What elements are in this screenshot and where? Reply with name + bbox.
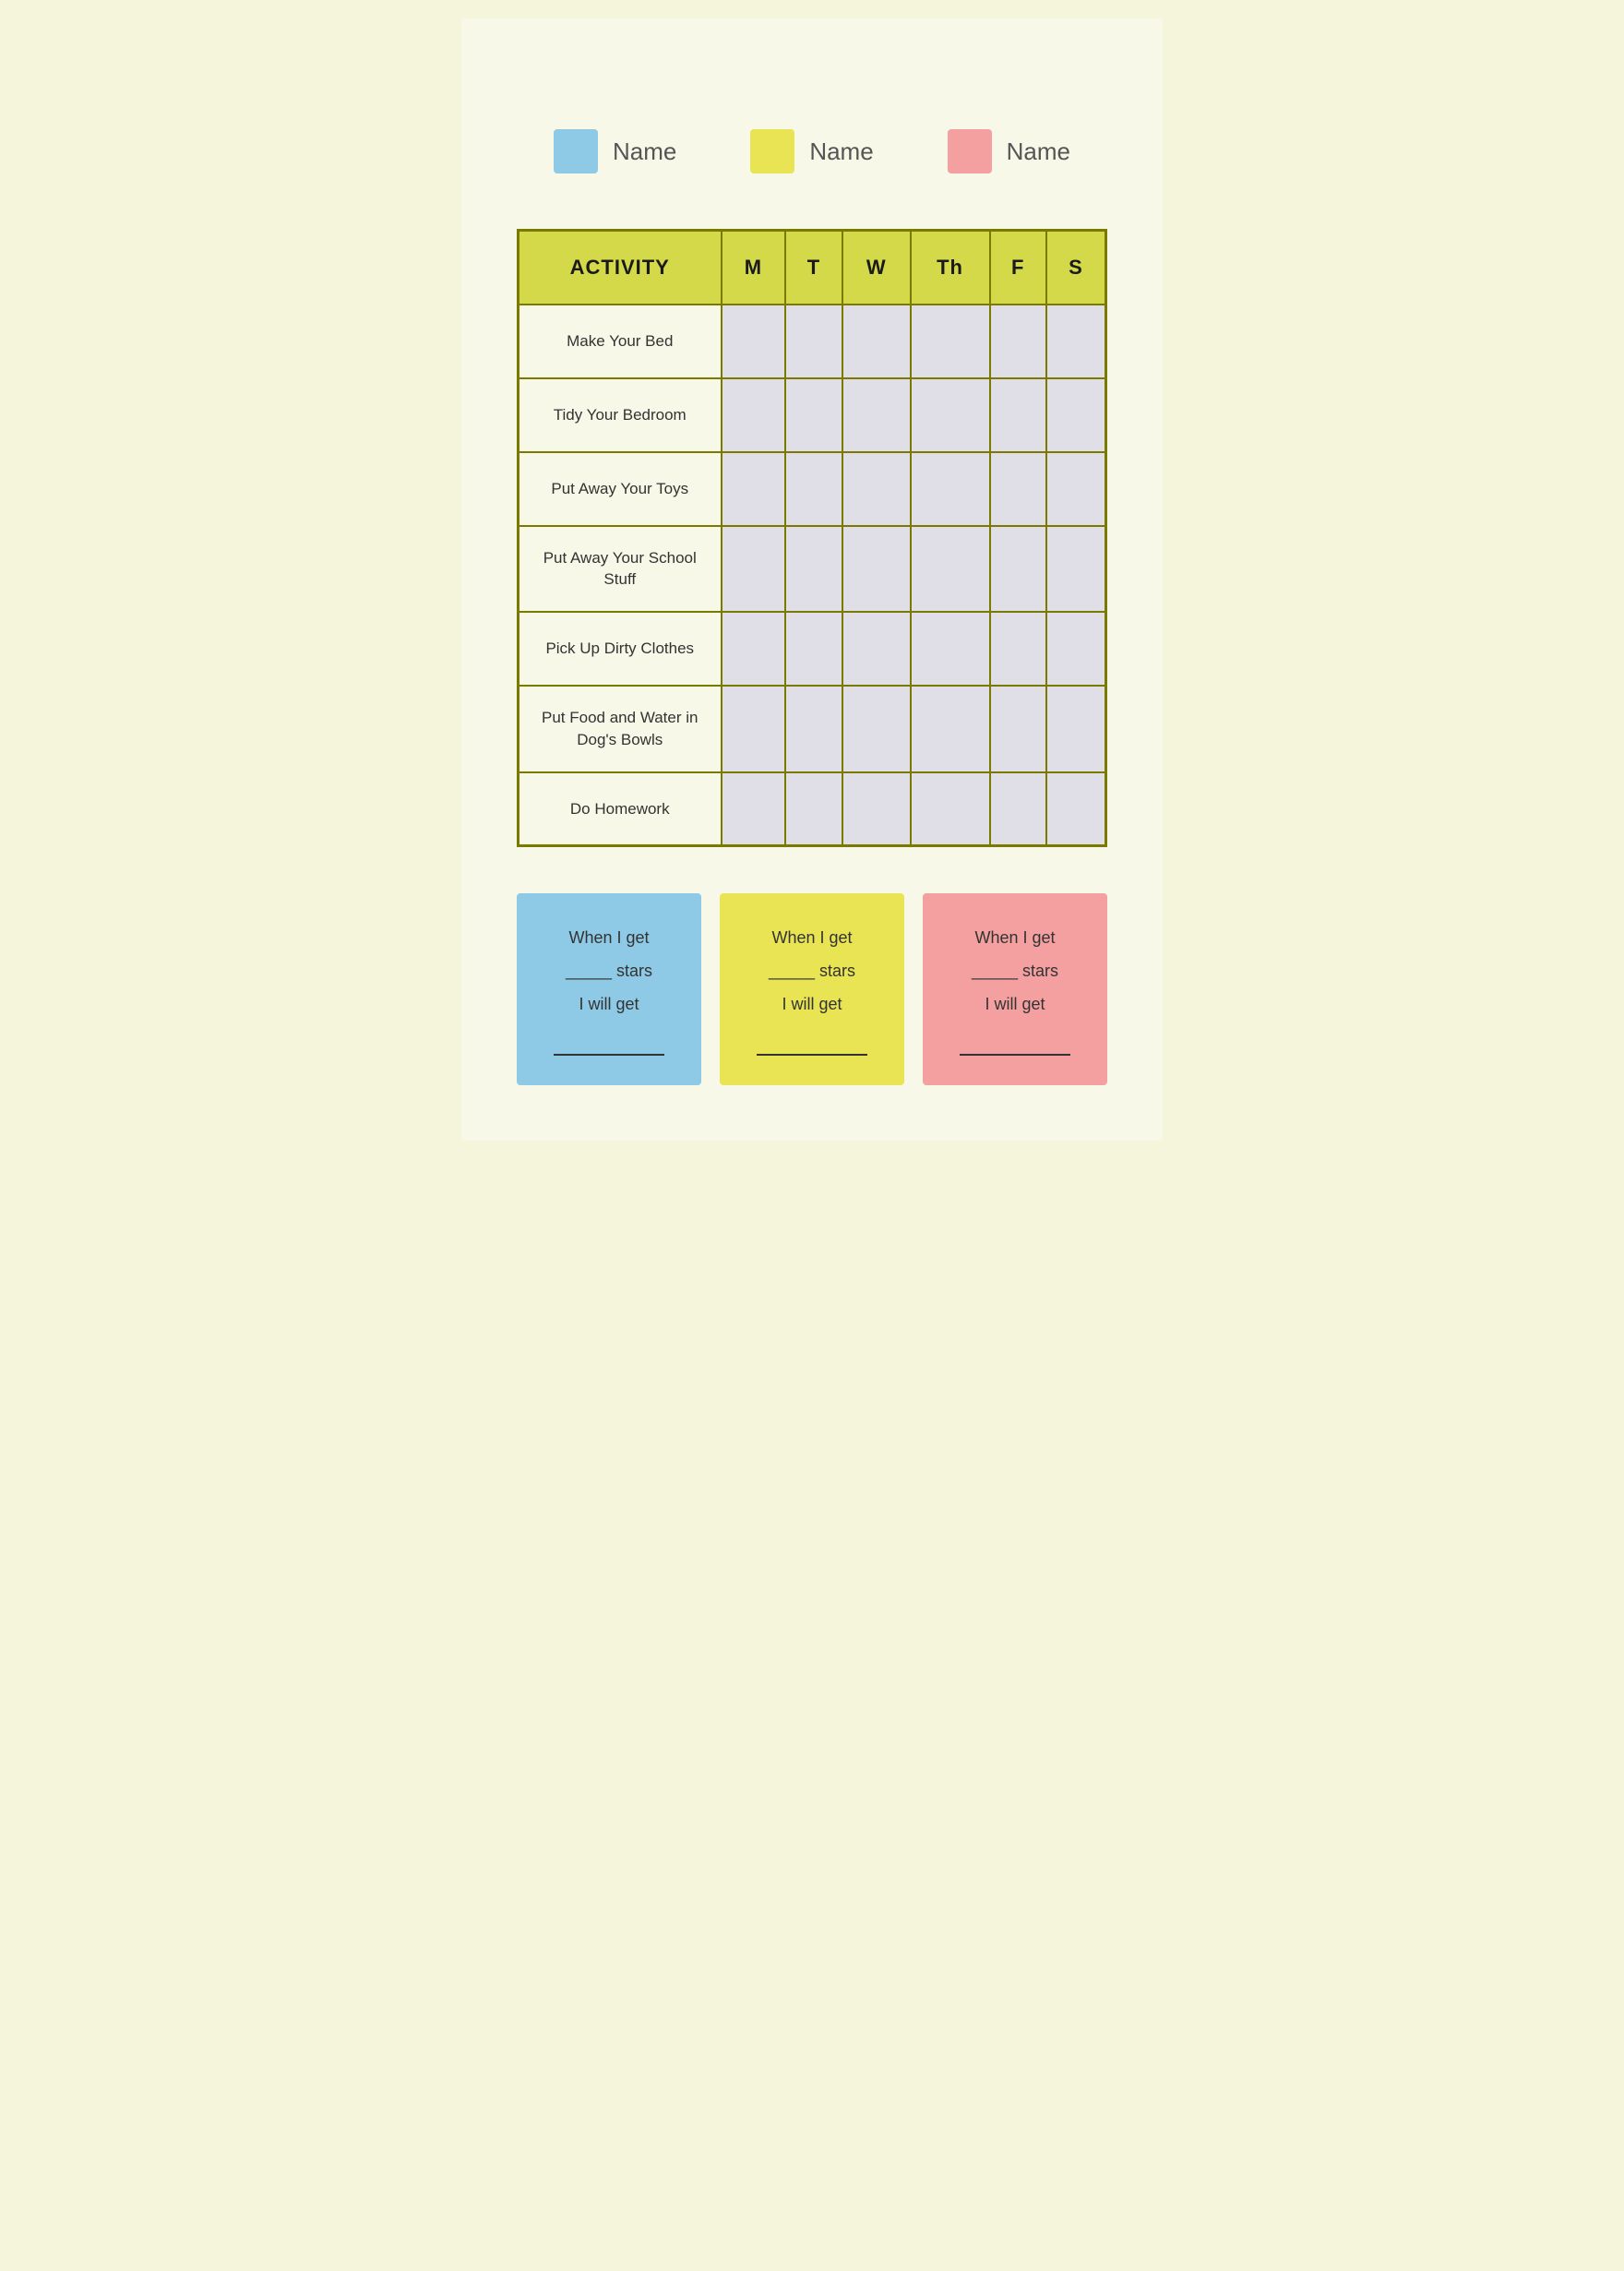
- reward-card-pink: When I get _____ stars I will get: [923, 893, 1107, 1085]
- day-cell-4-3[interactable]: [842, 612, 911, 686]
- reward-line1-blue: When I get: [540, 921, 678, 954]
- day-cell-3-1[interactable]: [722, 526, 786, 613]
- legend-color-yellow: [750, 129, 794, 173]
- page: Name Name Name ACTIVITYMTWThFS Make Your…: [461, 18, 1163, 1141]
- table-header-f: F: [990, 231, 1047, 305]
- table-row: Put Away Your Toys: [519, 452, 1106, 526]
- table-row: Tidy Your Bedroom: [519, 378, 1106, 452]
- day-cell-5-3[interactable]: [842, 686, 911, 772]
- day-cell-2-4[interactable]: [911, 452, 990, 526]
- table-header-w: W: [842, 231, 911, 305]
- day-cell-6-2[interactable]: [785, 772, 842, 846]
- day-cell-5-6[interactable]: [1046, 686, 1105, 772]
- reward-line2-pink: _____ stars: [946, 954, 1084, 987]
- activity-cell-3: Put Away Your School Stuff: [519, 526, 722, 613]
- day-cell-6-6[interactable]: [1046, 772, 1105, 846]
- activity-cell-1: Tidy Your Bedroom: [519, 378, 722, 452]
- table-row: Pick Up Dirty Clothes: [519, 612, 1106, 686]
- legend-name-blue: Name: [613, 137, 676, 166]
- day-cell-5-2[interactable]: [785, 686, 842, 772]
- day-cell-2-6[interactable]: [1046, 452, 1105, 526]
- table-row: Do Homework: [519, 772, 1106, 846]
- day-cell-2-1[interactable]: [722, 452, 786, 526]
- day-cell-1-3[interactable]: [842, 378, 911, 452]
- legend-name-pink: Name: [1007, 137, 1070, 166]
- reward-line3-yellow: I will get: [743, 987, 881, 1021]
- activity-cell-5: Put Food and Water in Dog's Bowls: [519, 686, 722, 772]
- table-header-row: ACTIVITYMTWThFS: [519, 231, 1106, 305]
- day-cell-1-1[interactable]: [722, 378, 786, 452]
- day-cell-6-1[interactable]: [722, 772, 786, 846]
- day-cell-6-4[interactable]: [911, 772, 990, 846]
- day-cell-3-3[interactable]: [842, 526, 911, 613]
- day-cell-0-2[interactable]: [785, 305, 842, 378]
- day-cell-0-5[interactable]: [990, 305, 1047, 378]
- legend-name-yellow: Name: [809, 137, 873, 166]
- reward-line4-pink: [946, 1021, 1084, 1058]
- reward-line1-yellow: When I get: [743, 921, 881, 954]
- activity-cell-2: Put Away Your Toys: [519, 452, 722, 526]
- day-cell-1-4[interactable]: [911, 378, 990, 452]
- legend-item-yellow: Name: [750, 129, 873, 173]
- day-cell-0-4[interactable]: [911, 305, 990, 378]
- table-header-activity: ACTIVITY: [519, 231, 722, 305]
- legend-color-pink: [948, 129, 992, 173]
- day-cell-2-3[interactable]: [842, 452, 911, 526]
- reward-line1-pink: When I get: [946, 921, 1084, 954]
- table-row: Make Your Bed: [519, 305, 1106, 378]
- legend-item-blue: Name: [554, 129, 676, 173]
- reward-line2-yellow: _____ stars: [743, 954, 881, 987]
- day-cell-2-5[interactable]: [990, 452, 1047, 526]
- day-cell-4-4[interactable]: [911, 612, 990, 686]
- day-cell-0-1[interactable]: [722, 305, 786, 378]
- day-cell-4-5[interactable]: [990, 612, 1047, 686]
- day-cell-0-3[interactable]: [842, 305, 911, 378]
- day-cell-4-2[interactable]: [785, 612, 842, 686]
- day-cell-5-4[interactable]: [911, 686, 990, 772]
- table-header-t: T: [785, 231, 842, 305]
- activity-cell-0: Make Your Bed: [519, 305, 722, 378]
- legend-item-pink: Name: [948, 129, 1070, 173]
- day-cell-3-6[interactable]: [1046, 526, 1105, 613]
- table-row: Put Away Your School Stuff: [519, 526, 1106, 613]
- day-cell-1-5[interactable]: [990, 378, 1047, 452]
- day-cell-3-5[interactable]: [990, 526, 1047, 613]
- day-cell-4-1[interactable]: [722, 612, 786, 686]
- day-cell-4-6[interactable]: [1046, 612, 1105, 686]
- legend: Name Name Name: [517, 129, 1107, 173]
- day-cell-6-3[interactable]: [842, 772, 911, 846]
- table-header-s: S: [1046, 231, 1105, 305]
- day-cell-3-4[interactable]: [911, 526, 990, 613]
- table-header-th: Th: [911, 231, 990, 305]
- day-cell-6-5[interactable]: [990, 772, 1047, 846]
- table-body: Make Your BedTidy Your BedroomPut Away Y…: [519, 305, 1106, 846]
- behavior-chart-table: ACTIVITYMTWThFS Make Your BedTidy Your B…: [517, 229, 1107, 847]
- activity-cell-4: Pick Up Dirty Clothes: [519, 612, 722, 686]
- day-cell-1-2[interactable]: [785, 378, 842, 452]
- table-row: Put Food and Water in Dog's Bowls: [519, 686, 1106, 772]
- day-cell-0-6[interactable]: [1046, 305, 1105, 378]
- day-cell-5-1[interactable]: [722, 686, 786, 772]
- legend-color-blue: [554, 129, 598, 173]
- reward-line3-blue: I will get: [540, 987, 678, 1021]
- activity-cell-6: Do Homework: [519, 772, 722, 846]
- reward-line4-yellow: [743, 1021, 881, 1058]
- reward-line4-blue: [540, 1021, 678, 1058]
- reward-line3-pink: I will get: [946, 987, 1084, 1021]
- day-cell-3-2[interactable]: [785, 526, 842, 613]
- reward-section: When I get _____ stars I will get When I…: [517, 893, 1107, 1085]
- table-header-m: M: [722, 231, 786, 305]
- day-cell-2-2[interactable]: [785, 452, 842, 526]
- reward-line2-blue: _____ stars: [540, 954, 678, 987]
- reward-card-yellow: When I get _____ stars I will get: [720, 893, 904, 1085]
- day-cell-5-5[interactable]: [990, 686, 1047, 772]
- reward-card-blue: When I get _____ stars I will get: [517, 893, 701, 1085]
- day-cell-1-6[interactable]: [1046, 378, 1105, 452]
